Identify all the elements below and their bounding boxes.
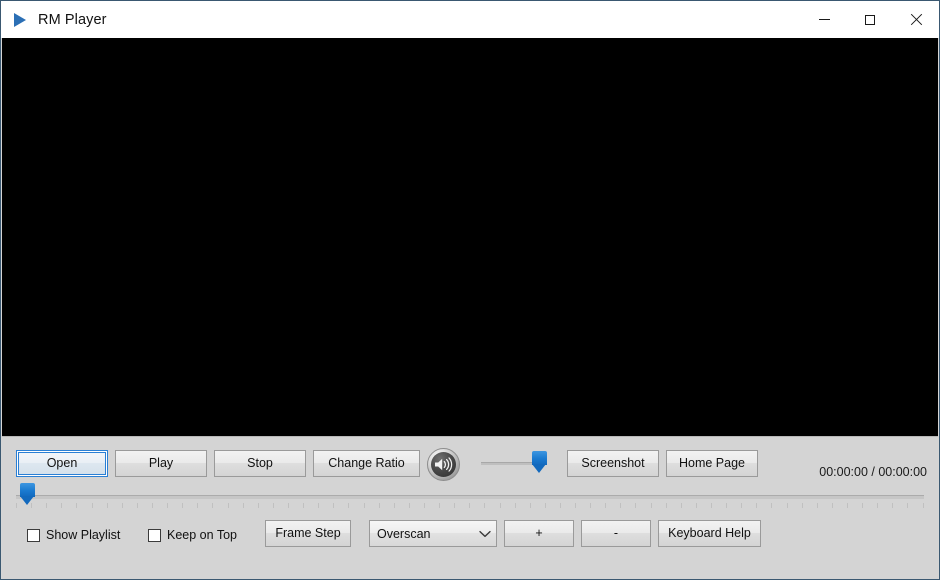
change-ratio-button[interactable]: Change Ratio	[313, 450, 420, 477]
title-bar: RM Player	[1, 1, 939, 38]
zoom-out-button[interactable]: -	[581, 520, 651, 547]
seek-slider-ticks	[16, 503, 924, 509]
home-page-button[interactable]: Home Page	[666, 450, 758, 477]
control-panel: Open Play Stop Change Ratio Screenshot H…	[2, 436, 938, 579]
maximize-button[interactable]	[847, 1, 893, 38]
play-triangle-icon	[12, 12, 28, 28]
show-playlist-label: Show Playlist	[46, 528, 121, 542]
keyboard-help-button[interactable]: Keyboard Help	[658, 520, 761, 547]
overscan-selected-value: Overscan	[377, 526, 431, 541]
close-icon	[910, 14, 922, 26]
keep-on-top-label: Keep on Top	[167, 528, 237, 542]
show-playlist-checkbox[interactable]: Show Playlist	[27, 525, 120, 545]
seek-slider-track[interactable]	[16, 495, 924, 499]
checkbox-box	[148, 528, 161, 542]
time-display: 00:00:00 / 00:00:00	[819, 465, 927, 479]
minimize-button[interactable]	[801, 1, 847, 38]
volume-speaker-button[interactable]	[427, 448, 460, 481]
window-title: RM Player	[38, 11, 107, 28]
open-button[interactable]: Open	[16, 450, 108, 477]
speaker-icon	[431, 452, 456, 477]
screenshot-button[interactable]: Screenshot	[567, 450, 659, 477]
overscan-dropdown[interactable]: Overscan	[369, 520, 497, 547]
frame-step-button[interactable]: Frame Step	[265, 520, 351, 547]
minimize-icon	[818, 19, 830, 20]
video-display-area[interactable]	[2, 38, 938, 436]
stop-button[interactable]: Stop	[214, 450, 306, 477]
close-button[interactable]	[893, 1, 939, 38]
seek-slider-thumb[interactable]	[20, 483, 35, 505]
play-button[interactable]: Play	[115, 450, 207, 477]
window-controls	[801, 1, 939, 38]
volume-slider-thumb[interactable]	[532, 451, 547, 473]
maximize-icon	[865, 14, 875, 25]
checkbox-box	[27, 528, 40, 542]
rm-player-window: RM Player Open Play Stop Change Ratio Sc…	[0, 0, 940, 580]
zoom-in-button[interactable]: +	[504, 520, 574, 547]
chevron-down-icon	[474, 530, 496, 538]
keep-on-top-checkbox[interactable]: Keep on Top	[148, 525, 237, 545]
